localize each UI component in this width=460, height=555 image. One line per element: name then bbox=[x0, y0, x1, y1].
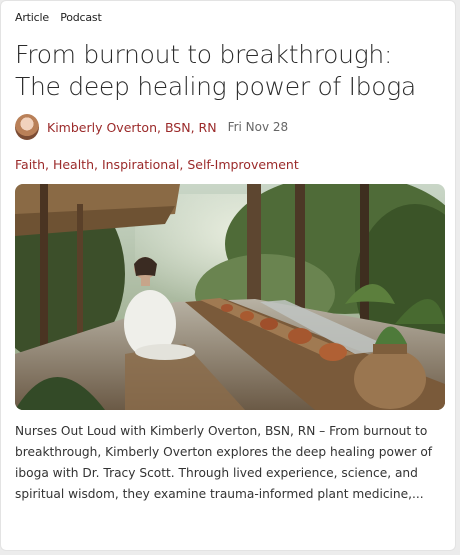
category-list: Faith, Health, Inspirational, Self-Impro… bbox=[15, 157, 299, 172]
article-title[interactable]: From burnout to breakthrough: The deep h… bbox=[15, 39, 445, 103]
byline: Kimberly Overton, BSN, RN Fri Nov 28 bbox=[15, 113, 288, 141]
category-faith[interactable]: Faith bbox=[15, 157, 45, 172]
category-health[interactable]: Health bbox=[53, 157, 94, 172]
category-inspirational[interactable]: Inspirational bbox=[102, 157, 179, 172]
tag-article[interactable]: Article bbox=[15, 11, 49, 24]
tag-podcast[interactable]: Podcast bbox=[60, 11, 102, 24]
author-avatar[interactable] bbox=[15, 114, 39, 140]
publish-date: Fri Nov 28 bbox=[227, 120, 289, 134]
hero-image[interactable] bbox=[15, 184, 445, 410]
tag-list: Article Podcast bbox=[15, 11, 110, 24]
article-card[interactable]: Article Podcast From burnout to breakthr… bbox=[0, 0, 456, 551]
category-self-improvement[interactable]: Self-Improvement bbox=[187, 157, 298, 172]
author-name[interactable]: Kimberly Overton, BSN, RN bbox=[47, 120, 217, 135]
article-excerpt: Nurses Out Loud with Kimberly Overton, B… bbox=[15, 424, 433, 501]
